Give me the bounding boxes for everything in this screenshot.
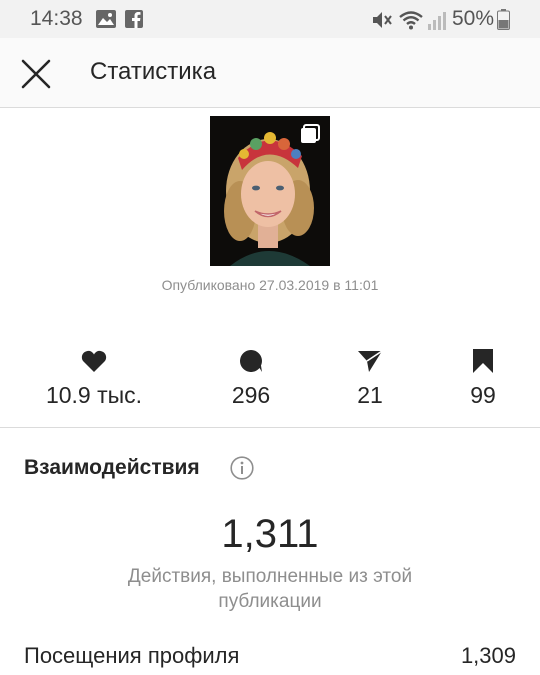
battery-icon: [497, 9, 510, 35]
published-date: Опубликовано 27.03.2019 в 11:01: [161, 277, 379, 293]
saves-count: 99: [470, 382, 496, 408]
close-icon: [21, 59, 51, 89]
section-divider: [0, 427, 540, 428]
close-button[interactable]: [18, 56, 54, 92]
signal-icon: [428, 10, 446, 35]
metric-likes: 10.9 тыс.: [29, 346, 159, 409]
comments-count: 296: [231, 382, 271, 408]
carousel-icon: [300, 124, 320, 149]
status-time: 14:38: [30, 7, 83, 30]
metric-saves: 99: [418, 346, 540, 409]
facebook-icon: [125, 10, 143, 33]
share-icon: [358, 350, 383, 372]
wifi-icon: [399, 10, 423, 35]
info-icon[interactable]: [230, 456, 254, 480]
metric-shares: 21: [305, 346, 435, 409]
heart-icon: [81, 350, 107, 372]
image-icon: [96, 10, 116, 33]
battery-percent: 50%: [452, 7, 495, 30]
bookmark-icon: [473, 349, 493, 373]
app-header: Статистика: [0, 38, 540, 108]
profile-visits-label: Посещения профиля: [24, 643, 240, 668]
profile-visits-value: 1,309: [460, 643, 516, 668]
comment-icon: [240, 350, 262, 372]
shares-count: 21: [357, 382, 383, 408]
metric-comments: 296: [186, 346, 316, 409]
likes-count: 10.9 тыс.: [45, 382, 143, 408]
status-bar: 14:38 50%: [0, 0, 540, 38]
post-thumbnail[interactable]: [210, 116, 330, 266]
page-title: Статистика: [90, 58, 217, 85]
mute-icon: [371, 10, 393, 35]
interactions-caption: Действия, выполненные из этой публикации: [127, 566, 413, 612]
interactions-total: 1,311: [221, 512, 319, 556]
interactions-title: Взаимодействия: [24, 456, 200, 479]
